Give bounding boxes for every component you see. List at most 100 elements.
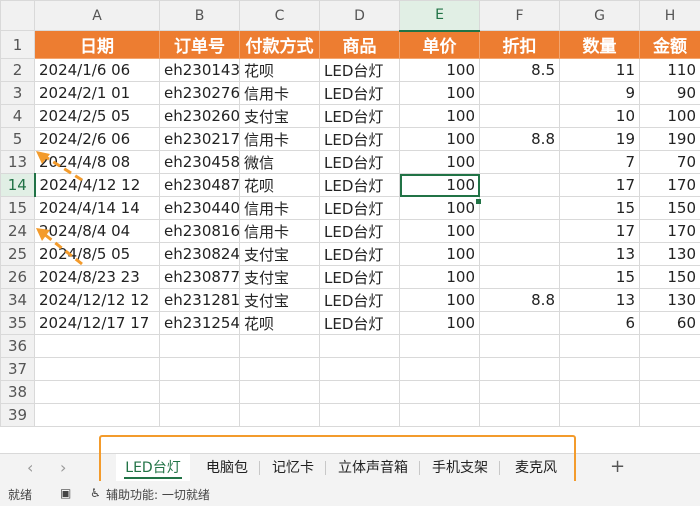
cell-empty[interactable] (479, 403, 560, 427)
cell-pay[interactable]: 支付宝 (239, 104, 320, 128)
row-header[interactable]: 36 (0, 334, 35, 358)
cell-product[interactable]: LED台灯 (319, 173, 400, 197)
status-accessibility[interactable]: 辅助功能: 一切就绪 (106, 486, 210, 503)
row-header[interactable]: 3 (0, 81, 35, 105)
cell-empty[interactable] (34, 357, 160, 381)
cell-qty[interactable]: 13 (559, 242, 640, 266)
cell-order[interactable]: eh230217 (159, 127, 240, 151)
row-header[interactable]: 26 (0, 265, 35, 289)
cell-disc[interactable]: 8.5 (479, 58, 560, 82)
column-header-h[interactable]: H (639, 0, 700, 31)
header-cell-order[interactable]: 订单号 (159, 30, 240, 59)
add-sheet-button[interactable]: + (610, 456, 625, 477)
cell-date[interactable]: 2024/2/1 01 (34, 81, 160, 105)
cell-empty[interactable] (34, 403, 160, 427)
column-header-b[interactable]: B (159, 0, 240, 31)
row-header[interactable]: 25 (0, 242, 35, 266)
header-cell-price[interactable]: 单价 (399, 30, 480, 59)
cell-amt[interactable]: 70 (639, 150, 700, 174)
row-header[interactable]: 13 (0, 150, 35, 174)
cell-empty[interactable] (559, 334, 640, 358)
cell-qty[interactable]: 15 (559, 196, 640, 220)
cell-product[interactable]: LED台灯 (319, 127, 400, 151)
cell-date[interactable]: 2024/2/5 05 (34, 104, 160, 128)
cell-price[interactable]: 100 (399, 150, 480, 174)
row-header[interactable]: 39 (0, 403, 35, 427)
cell-order[interactable]: eh231281 (159, 288, 240, 312)
cell-pay[interactable]: 微信 (239, 150, 320, 174)
cell-disc[interactable]: 8.8 (479, 127, 560, 151)
row-header-1[interactable]: 1 (0, 30, 35, 59)
cell-date[interactable]: 2024/2/6 06 (34, 127, 160, 151)
cell-empty[interactable] (319, 380, 400, 404)
cell-amt[interactable]: 190 (639, 127, 700, 151)
row-header[interactable]: 4 (0, 104, 35, 128)
cell-amt[interactable]: 150 (639, 196, 700, 220)
cell-amt[interactable]: 100 (639, 104, 700, 128)
cell-empty[interactable] (559, 403, 640, 427)
row-header[interactable]: 34 (0, 288, 35, 312)
fill-handle[interactable] (476, 199, 481, 204)
cell-product[interactable]: LED台灯 (319, 265, 400, 289)
cell-empty[interactable] (639, 380, 700, 404)
header-cell-quantity[interactable]: 数量 (559, 30, 640, 59)
cell-order[interactable]: eh230260 (159, 104, 240, 128)
cell-order[interactable]: eh230824 (159, 242, 240, 266)
cell-qty[interactable]: 10 (559, 104, 640, 128)
column-header-d[interactable]: D (319, 0, 400, 31)
column-header-c[interactable]: C (239, 0, 320, 31)
cell-qty[interactable]: 6 (559, 311, 640, 335)
cell-order[interactable]: eh231254 (159, 311, 240, 335)
header-cell-date[interactable]: 日期 (34, 30, 160, 59)
cell-empty[interactable] (559, 380, 640, 404)
cell-pay[interactable]: 信用卡 (239, 127, 320, 151)
cell-qty[interactable]: 15 (559, 265, 640, 289)
cell-empty[interactable] (159, 334, 240, 358)
cell-product[interactable]: LED台灯 (319, 242, 400, 266)
cell-empty[interactable] (479, 380, 560, 404)
cell-empty[interactable] (559, 357, 640, 381)
cell-date[interactable]: 2024/12/12 12 (34, 288, 160, 312)
cell-empty[interactable] (34, 334, 160, 358)
cell-pay[interactable]: 花呗 (239, 311, 320, 335)
cell-price[interactable]: 100 (399, 288, 480, 312)
column-header-e[interactable]: E (399, 0, 480, 32)
cell-pay[interactable]: 信用卡 (239, 196, 320, 220)
cell-disc[interactable] (479, 219, 560, 243)
column-header-f[interactable]: F (479, 0, 560, 31)
cell-order[interactable]: eh230487 (159, 173, 240, 197)
cell-order[interactable]: eh230440 (159, 196, 240, 220)
row-header[interactable]: 38 (0, 380, 35, 404)
header-cell-product[interactable]: 商品 (319, 30, 400, 59)
cell-product[interactable]: LED台灯 (319, 288, 400, 312)
row-header[interactable]: 15 (0, 196, 35, 220)
cell-product[interactable]: LED台灯 (319, 150, 400, 174)
cell-disc[interactable] (479, 311, 560, 335)
row-header[interactable]: 24 (0, 219, 35, 243)
cell-price[interactable]: 100 (399, 173, 480, 197)
cell-disc[interactable] (479, 196, 560, 220)
cell-amt[interactable]: 170 (639, 219, 700, 243)
cell-amt[interactable]: 170 (639, 173, 700, 197)
cell-price[interactable]: 100 (399, 219, 480, 243)
cell-empty[interactable] (319, 334, 400, 358)
cell-qty[interactable]: 13 (559, 288, 640, 312)
cell-empty[interactable] (479, 334, 560, 358)
cell-disc[interactable] (479, 242, 560, 266)
cell-empty[interactable] (239, 380, 320, 404)
cell-qty[interactable]: 11 (559, 58, 640, 82)
cell-price[interactable]: 100 (399, 242, 480, 266)
cell-empty[interactable] (239, 357, 320, 381)
cell-order[interactable]: eh230877 (159, 265, 240, 289)
next-sheet-icon[interactable]: › (60, 458, 66, 477)
row-header[interactable]: 2 (0, 58, 35, 82)
cell-qty[interactable]: 9 (559, 81, 640, 105)
cell-order[interactable]: eh230143 (159, 58, 240, 82)
cell-empty[interactable] (639, 334, 700, 358)
header-cell-discount[interactable]: 折扣 (479, 30, 560, 59)
cell-empty[interactable] (159, 403, 240, 427)
column-header-g[interactable]: G (559, 0, 640, 31)
cell-amt[interactable]: 150 (639, 265, 700, 289)
cell-pay[interactable]: 花呗 (239, 173, 320, 197)
cell-pay[interactable]: 信用卡 (239, 219, 320, 243)
